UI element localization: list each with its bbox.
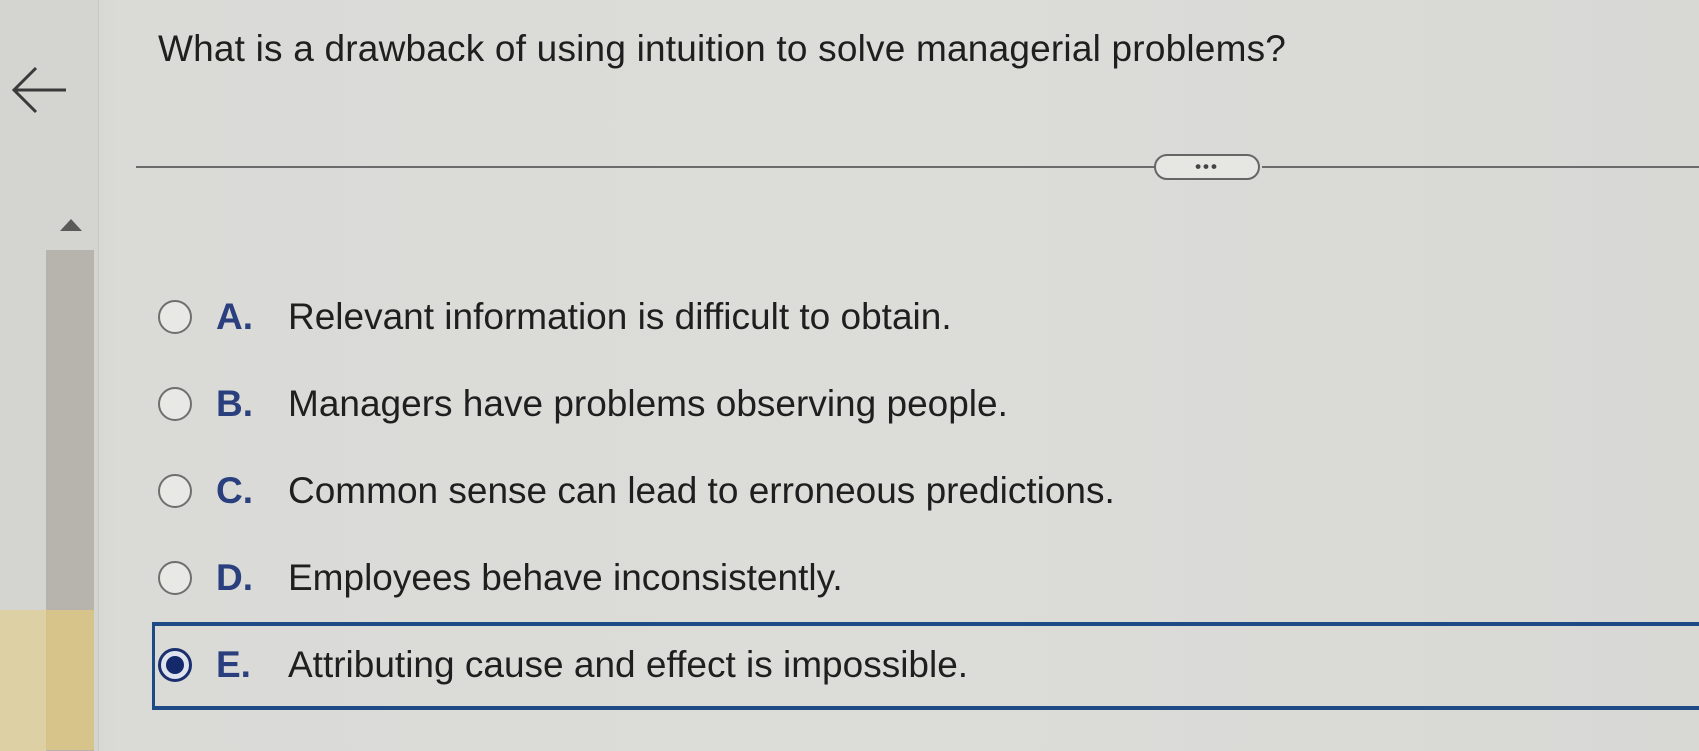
scrollbar[interactable] xyxy=(46,250,94,751)
divider-right xyxy=(1262,166,1699,168)
option-letter-d: D. xyxy=(216,557,253,598)
option-text-e: Attributing cause and effect is impossib… xyxy=(288,644,969,685)
option-text-a: Relevant information is difficult to obt… xyxy=(288,296,952,337)
option-letter-c: C. xyxy=(216,470,253,511)
radio-button-d[interactable] xyxy=(158,561,192,595)
question-text: What is a drawback of using intuition to… xyxy=(158,28,1287,69)
side-strip xyxy=(0,610,46,751)
option-d[interactable]: D. Employees behave inconsistently. xyxy=(158,548,843,608)
left-pane xyxy=(0,0,99,751)
divider-left xyxy=(136,166,1156,168)
option-e[interactable]: E. Attributing cause and effect is impos… xyxy=(158,635,968,695)
option-b[interactable]: B. Managers have problems observing peop… xyxy=(158,374,1008,434)
radio-button-e-selected[interactable] xyxy=(158,648,192,682)
screen: What is a drawback of using intuition to… xyxy=(0,0,1699,751)
option-letter-a: A. xyxy=(216,296,253,337)
option-text-c: Common sense can lead to erroneous predi… xyxy=(288,470,1115,511)
radio-button-c[interactable] xyxy=(158,474,192,508)
option-letter-b: B. xyxy=(216,383,253,424)
option-text-b: Managers have problems observing people. xyxy=(288,383,1008,424)
scrollbar-highlight xyxy=(46,610,94,750)
option-c[interactable]: C. Common sense can lead to erroneous pr… xyxy=(158,461,1115,521)
triangle-up-icon[interactable] xyxy=(58,215,84,235)
option-a[interactable]: A. Relevant information is difficult to … xyxy=(158,287,952,347)
option-letter-e: E. xyxy=(216,644,251,685)
option-text-d: Employees behave inconsistently. xyxy=(288,557,843,598)
radio-button-b[interactable] xyxy=(158,387,192,421)
radio-dot-icon xyxy=(166,656,184,674)
radio-button-a[interactable] xyxy=(158,300,192,334)
more-button[interactable]: ••• xyxy=(1154,154,1260,180)
arrow-left-icon[interactable] xyxy=(6,58,70,122)
